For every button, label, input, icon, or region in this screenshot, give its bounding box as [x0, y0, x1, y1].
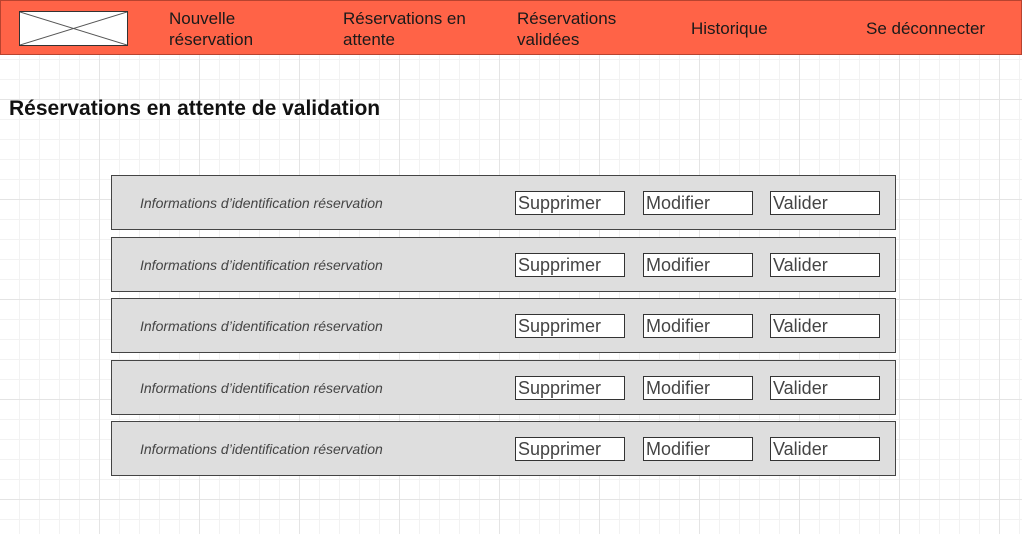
- reservation-row: Informations d’identification réservatio…: [111, 421, 896, 476]
- validate-button[interactable]: Valider: [770, 437, 880, 461]
- validate-button[interactable]: Valider: [770, 253, 880, 277]
- nav-validated-reservations[interactable]: Réservations validées: [517, 8, 616, 50]
- reservation-row: Informations d’identification réservatio…: [111, 175, 896, 230]
- edit-button[interactable]: Modifier: [643, 191, 753, 215]
- reservation-info: Informations d’identification réservatio…: [140, 318, 383, 334]
- delete-button[interactable]: Supprimer: [515, 314, 625, 338]
- nav-label-line1: Nouvelle: [169, 9, 236, 28]
- logo-placeholder-icon[interactable]: [19, 11, 128, 46]
- page-title: Réservations en attente de validation: [9, 97, 381, 120]
- nav-new-reservation[interactable]: Nouvelle réservation: [169, 8, 253, 50]
- reservation-info: Informations d’identification réservatio…: [140, 380, 383, 396]
- nav-pending-reservations[interactable]: Réservations en attente: [343, 8, 466, 50]
- edit-button[interactable]: Modifier: [643, 253, 753, 277]
- validate-button[interactable]: Valider: [770, 191, 880, 215]
- nav-label: Se déconnecter: [866, 19, 986, 38]
- validate-button[interactable]: Valider: [770, 314, 880, 338]
- edit-button[interactable]: Modifier: [643, 376, 753, 400]
- delete-button[interactable]: Supprimer: [515, 253, 625, 277]
- edit-button[interactable]: Modifier: [643, 314, 753, 338]
- nav-history[interactable]: Historique: [691, 18, 768, 39]
- delete-button[interactable]: Supprimer: [515, 376, 625, 400]
- reservation-info: Informations d’identification réservatio…: [140, 257, 383, 273]
- nav-label-line2: attente: [343, 30, 395, 49]
- nav-label-line1: Réservations: [517, 9, 617, 28]
- delete-button[interactable]: Supprimer: [515, 437, 625, 461]
- reservation-row: Informations d’identification réservatio…: [111, 237, 896, 292]
- nav-label: Historique: [691, 19, 768, 38]
- reservation-row: Informations d’identification réservatio…: [111, 298, 896, 353]
- validate-button[interactable]: Valider: [770, 376, 880, 400]
- reservation-info: Informations d’identification réservatio…: [140, 195, 383, 211]
- delete-button[interactable]: Supprimer: [515, 191, 625, 215]
- nav-label-line2: validées: [517, 30, 580, 49]
- nav-label-line2: réservation: [169, 30, 254, 49]
- nav-label-line1: Réservations en: [343, 9, 466, 28]
- edit-button[interactable]: Modifier: [643, 437, 753, 461]
- top-navbar: Nouvelle réservation Réservations en att…: [0, 0, 1022, 55]
- nav-logout[interactable]: Se déconnecter: [866, 18, 985, 39]
- reservation-row: Informations d’identification réservatio…: [111, 360, 896, 415]
- reservation-info: Informations d’identification réservatio…: [140, 441, 383, 457]
